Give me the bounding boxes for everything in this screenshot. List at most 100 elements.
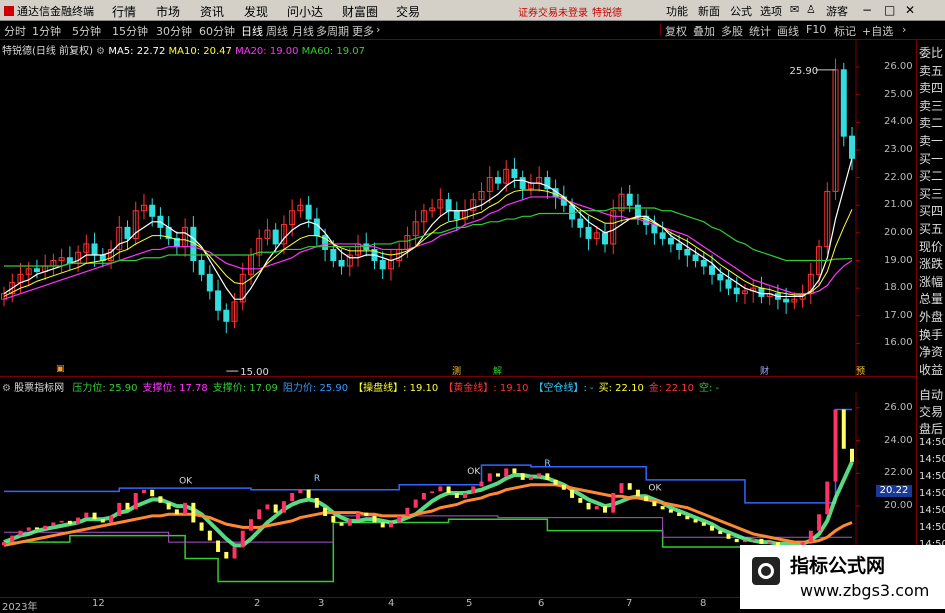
indicator-bar xyxy=(281,501,286,513)
indicator-bar xyxy=(43,525,48,530)
more-chevron-icon[interactable]: › xyxy=(376,23,380,36)
side-panel-tick[interactable]: 14:50 xyxy=(919,454,945,465)
period-tab-more[interactable]: 更多 xyxy=(352,23,374,39)
side-panel-tick[interactable]: 14:50 xyxy=(919,505,945,516)
side-panel-field[interactable]: 卖一 xyxy=(919,132,943,149)
indicator-bar xyxy=(611,493,616,513)
ok-signal-label: OK xyxy=(648,483,662,493)
candle-body xyxy=(206,273,213,292)
side-panel-field[interactable]: 换手 xyxy=(919,326,943,343)
indicator-bar xyxy=(512,468,517,474)
side-panel-field[interactable]: 卖四 xyxy=(919,79,943,96)
adjust-button[interactable]: 复权 xyxy=(665,23,687,39)
indicator-bar xyxy=(701,522,706,526)
side-panel-tick[interactable]: 14:50 xyxy=(919,522,945,533)
indicator-bar xyxy=(833,409,838,482)
period-tab-multi[interactable]: 多周期 xyxy=(316,23,349,39)
price-tick-label: 19.00 xyxy=(884,254,913,266)
indicator-bar xyxy=(166,502,171,510)
stats-button[interactable]: 统计 xyxy=(749,23,771,39)
period-tab-60min[interactable]: 60分钟 xyxy=(199,23,235,39)
period-tab-5min[interactable]: 5分钟 xyxy=(72,23,101,39)
date-label-8: 8 xyxy=(700,598,707,609)
side-panel-field[interactable]: 委比 xyxy=(919,44,943,61)
guest-label[interactable]: 游客 xyxy=(826,3,848,19)
menu-item-discover[interactable]: 发现 xyxy=(244,3,268,20)
indicator-bar xyxy=(364,512,369,516)
indicator-bar xyxy=(290,493,295,502)
side-panel-tick[interactable]: 14:50 xyxy=(919,471,945,482)
indicator-bar xyxy=(372,515,377,523)
side-panel-tick[interactable]: 14:50 xyxy=(919,488,945,499)
watermark-banner: 指标公式网 www.zbgs3.com xyxy=(740,545,945,609)
candle-body xyxy=(445,199,452,212)
price-chart[interactable]: 25.90 15.00 xyxy=(0,40,916,376)
indicator-bar xyxy=(347,519,352,526)
price-tick-label: 17.00 xyxy=(884,309,913,321)
side-panel-field[interactable]: 卖二 xyxy=(919,114,943,131)
candle-body xyxy=(198,260,205,275)
side-panel-field[interactable]: 买二 xyxy=(919,167,943,184)
menu-options[interactable]: 选项 xyxy=(760,3,782,19)
overlay-button[interactable]: 叠加 xyxy=(693,23,715,39)
side-panel-tick[interactable]: 自动 xyxy=(919,386,943,403)
menu-item-ask[interactable]: 问小达 xyxy=(287,3,323,20)
draw-line-button[interactable]: 画线 xyxy=(777,23,799,39)
indicator-bar xyxy=(635,489,640,497)
period-tab-15min[interactable]: 15分钟 xyxy=(112,23,148,39)
side-panel-field[interactable]: 买一 xyxy=(919,150,943,167)
menu-item-quotes[interactable]: 行情 xyxy=(112,3,136,20)
side-panel-tick[interactable]: 交易 xyxy=(919,403,943,420)
app-title-text: 通达信金融终端 xyxy=(17,5,94,18)
side-panel-field[interactable]: 买五 xyxy=(919,220,943,237)
multi-stock-button[interactable]: 多股 xyxy=(721,23,743,39)
mark-button[interactable]: 标记 xyxy=(834,23,856,39)
close-icon[interactable]: ✕ xyxy=(905,3,915,17)
side-panel-tick[interactable]: 14:50 xyxy=(919,437,945,448)
resistance-step-line xyxy=(4,408,852,504)
menu-item-wealth[interactable]: 财富圈 xyxy=(342,3,378,20)
side-panel-field[interactable]: 现价 xyxy=(919,238,943,255)
toolbar-chevron-icon[interactable]: › xyxy=(902,23,906,36)
side-panel-field[interactable]: 涨幅 xyxy=(919,273,943,290)
indicator-bar xyxy=(619,483,624,493)
side-panel-field[interactable]: 卖五 xyxy=(919,62,943,79)
indicator-bar xyxy=(257,509,262,520)
period-tab-weekly[interactable]: 周线 xyxy=(266,23,288,39)
side-panel-field[interactable]: 买三 xyxy=(919,185,943,202)
f10-button[interactable]: F10 xyxy=(806,23,826,36)
maximize-icon[interactable]: □ xyxy=(884,3,895,17)
event-marker-square[interactable]: ▣ xyxy=(56,364,65,374)
menu-function[interactable]: 功能 xyxy=(666,3,688,19)
indicator-bar xyxy=(240,530,245,548)
side-panel-field[interactable]: 收益 xyxy=(919,361,943,378)
menu-new-page[interactable]: 新面 xyxy=(698,3,720,19)
login-warning[interactable]: 证券交易未登录 xyxy=(518,4,588,19)
menu-bar: 通达信金融终端 行情 市场 资讯 发现 问小达 财富圈 交易 证券交易未登录 特… xyxy=(0,0,945,21)
side-panel-field[interactable]: 外盘 xyxy=(919,308,943,325)
indicator-bar xyxy=(207,530,212,541)
menu-item-news[interactable]: 资讯 xyxy=(200,3,224,20)
indicator-tick-label: 20.00 xyxy=(884,500,913,512)
side-panel-field[interactable]: 总量 xyxy=(919,290,943,307)
candle-body xyxy=(684,248,691,256)
period-tab-1min[interactable]: 1分钟 xyxy=(32,23,61,39)
add-watchlist-button[interactable]: +自选 xyxy=(862,23,893,39)
indicator-bar xyxy=(421,493,426,500)
mail-icon[interactable]: ✉ xyxy=(790,3,799,16)
period-tab-monthly[interactable]: 月线 xyxy=(292,23,314,39)
indicator-bar xyxy=(751,538,756,541)
menu-item-trade[interactable]: 交易 xyxy=(396,3,420,20)
side-panel-field[interactable]: 买四 xyxy=(919,202,943,219)
side-panel-field[interactable]: 净资 xyxy=(919,343,943,360)
user-icon[interactable]: ♙ xyxy=(806,3,816,16)
menu-item-market[interactable]: 市场 xyxy=(156,3,180,20)
minimize-icon[interactable]: − xyxy=(862,3,872,17)
side-panel-field[interactable]: 涨跌 xyxy=(919,255,943,272)
menu-formula[interactable]: 公式 xyxy=(730,3,752,19)
side-panel-field[interactable]: 卖三 xyxy=(919,97,943,114)
period-tab-intraday[interactable]: 分时 xyxy=(4,23,26,39)
period-tab-30min[interactable]: 30分钟 xyxy=(156,23,192,39)
period-tab-daily[interactable]: 日线 xyxy=(241,23,263,39)
side-panel-tick[interactable]: 盘后 xyxy=(919,420,943,437)
